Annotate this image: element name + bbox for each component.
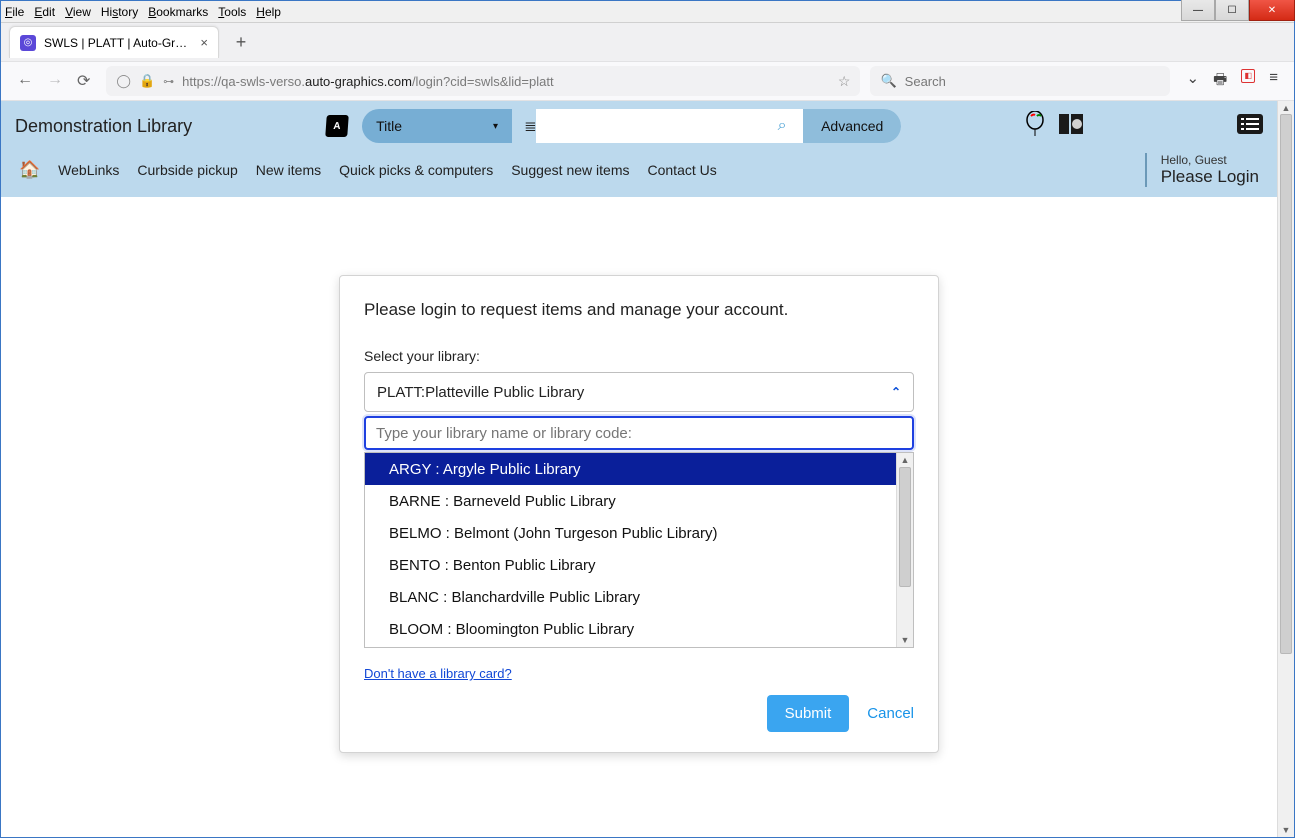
library-filter-input[interactable]: [364, 416, 914, 450]
tab-close-icon[interactable]: ×: [200, 35, 208, 50]
library-option[interactable]: BELMO : Belmont (John Turgeson Public Li…: [365, 517, 896, 549]
advanced-label: Advanced: [821, 118, 883, 134]
kids-catalog-icon[interactable]: [1057, 111, 1085, 142]
window-controls: — ☐ ✕: [1181, 0, 1295, 21]
catalog-search: Title ▾ ≣ ⌕ Advanced: [362, 109, 901, 143]
page-scroll-down-icon[interactable]: ▼: [1278, 823, 1294, 837]
menu-view[interactable]: View: [65, 5, 91, 19]
reload-button[interactable]: ⟳: [77, 71, 90, 91]
page-scrollbar[interactable]: ▲ ▼: [1277, 101, 1294, 837]
login-heading: Please login to request items and manage…: [364, 300, 914, 320]
minimize-button[interactable]: —: [1181, 0, 1215, 21]
nav-suggest[interactable]: Suggest new items: [511, 162, 629, 178]
scroll-down-icon[interactable]: ▼: [897, 633, 913, 647]
url-bar[interactable]: ◯ 🔒 ⊶ https://qa-swls-verso.auto-graphic…: [106, 66, 860, 96]
list-view-icon[interactable]: [1237, 114, 1263, 139]
no-card-row: Don't have a library card?: [364, 666, 914, 681]
browser-search-placeholder: Search: [905, 74, 946, 89]
browser-tab[interactable]: ◎ SWLS | PLATT | Auto-Graphics In ×: [9, 26, 219, 58]
user-panel: Hello, Guest Please Login: [1145, 153, 1259, 187]
page-content: Demonstration Library A Title ▾ ≣ ⌕ Adva…: [1, 101, 1277, 837]
nav-new-items[interactable]: New items: [256, 162, 321, 178]
language-icon[interactable]: A: [325, 115, 349, 137]
magnifier-icon: ⌕: [778, 117, 787, 135]
catalog-search-button[interactable]: ⌕: [761, 109, 803, 143]
bookmark-star-icon[interactable]: ☆: [838, 73, 851, 90]
scroll-thumb[interactable]: [899, 467, 911, 587]
please-login-link[interactable]: Please Login: [1161, 167, 1259, 187]
pocket-icon[interactable]: ⌄: [1186, 69, 1199, 94]
permissions-icon[interactable]: ⊶: [163, 75, 172, 88]
library-option[interactable]: ARGY : Argyle Public Library: [365, 453, 896, 485]
tab-strip: ◎ SWLS | PLATT | Auto-Graphics In × +: [1, 23, 1294, 61]
menu-tools[interactable]: Tools: [218, 5, 246, 19]
maximize-button[interactable]: ☐: [1215, 0, 1249, 21]
nav-quick-picks[interactable]: Quick picks & computers: [339, 162, 493, 178]
shield-icon[interactable]: ◯: [116, 73, 131, 89]
menu-file[interactable]: File: [5, 5, 24, 19]
login-card: Please login to request items and manage…: [339, 275, 939, 753]
browser-search-box[interactable]: 🔍 Search: [870, 66, 1170, 96]
tab-title: SWLS | PLATT | Auto-Graphics In: [44, 36, 192, 50]
database-icon[interactable]: ≣: [518, 109, 536, 143]
library-option[interactable]: BENTO : Benton Public Library: [365, 549, 896, 581]
library-option[interactable]: BARNE : Barneveld Public Library: [365, 485, 896, 517]
print-icon[interactable]: 🖶: [1213, 69, 1227, 94]
back-button[interactable]: ←: [17, 71, 33, 91]
library-nav: 🏠 WebLinks Curbside pickup New items Qui…: [15, 143, 1263, 195]
chevron-down-icon: ▾: [493, 121, 498, 132]
new-tab-button[interactable]: +: [227, 28, 255, 56]
library-option[interactable]: BLOOM : Bloomington Public Library: [365, 613, 896, 645]
url-text: https://qa-swls-verso.auto-graphics.com/…: [182, 74, 828, 89]
search-type-dropdown[interactable]: Title ▾: [362, 109, 512, 143]
search-type-label: Title: [376, 118, 402, 134]
browser-toolbar: ← → ⟳ ◯ 🔒 ⊶ https://qa-swls-verso.auto-g…: [1, 61, 1294, 101]
hamburger-menu-icon[interactable]: ≡: [1269, 69, 1278, 94]
nav-curbside[interactable]: Curbside pickup: [137, 162, 237, 178]
scroll-up-icon[interactable]: ▲: [897, 453, 913, 467]
library-header: Demonstration Library A Title ▾ ≣ ⌕ Adva…: [1, 101, 1277, 197]
library-options-list: ARGY : Argyle Public Library BARNE : Bar…: [364, 452, 914, 648]
greeting-text: Hello, Guest: [1161, 153, 1259, 167]
balloon-icon[interactable]: [1025, 111, 1045, 142]
close-window-button[interactable]: ✕: [1249, 0, 1295, 21]
page-scroll-thumb[interactable]: [1280, 114, 1292, 654]
chevron-up-icon: ⌃: [891, 385, 901, 399]
catalog-search-input[interactable]: [536, 109, 761, 143]
favicon-icon: ◎: [20, 35, 36, 51]
extension-icon[interactable]: ◧: [1241, 69, 1255, 83]
advanced-search-button[interactable]: Advanced: [803, 109, 901, 143]
menu-help[interactable]: Help: [256, 5, 281, 19]
menu-history[interactable]: History: [101, 5, 138, 19]
select-library-label: Select your library:: [364, 348, 914, 364]
menu-bookmarks[interactable]: Bookmarks: [148, 5, 208, 19]
library-name: Demonstration Library: [15, 116, 312, 137]
library-select[interactable]: PLATT:Platteville Public Library ⌃: [364, 372, 914, 412]
lock-icon[interactable]: 🔒: [139, 73, 155, 89]
page-scroll-up-icon[interactable]: ▲: [1278, 101, 1294, 115]
cancel-button[interactable]: Cancel: [867, 705, 914, 722]
menu-edit[interactable]: Edit: [34, 5, 55, 19]
no-card-link[interactable]: Don't have a library card?: [364, 666, 512, 681]
home-icon[interactable]: 🏠: [19, 160, 40, 180]
options-scrollbar[interactable]: ▲ ▼: [896, 453, 913, 647]
library-selected-value: PLATT:Platteville Public Library: [377, 384, 584, 401]
forward-button[interactable]: →: [47, 71, 63, 91]
library-option[interactable]: BLANC : Blanchardville Public Library: [365, 581, 896, 613]
search-icon: 🔍: [880, 73, 896, 89]
nav-weblinks[interactable]: WebLinks: [58, 162, 119, 178]
nav-contact[interactable]: Contact Us: [648, 162, 717, 178]
os-menubar: File Edit View History Bookmarks Tools H…: [1, 1, 1294, 23]
submit-button[interactable]: Submit: [767, 695, 850, 732]
